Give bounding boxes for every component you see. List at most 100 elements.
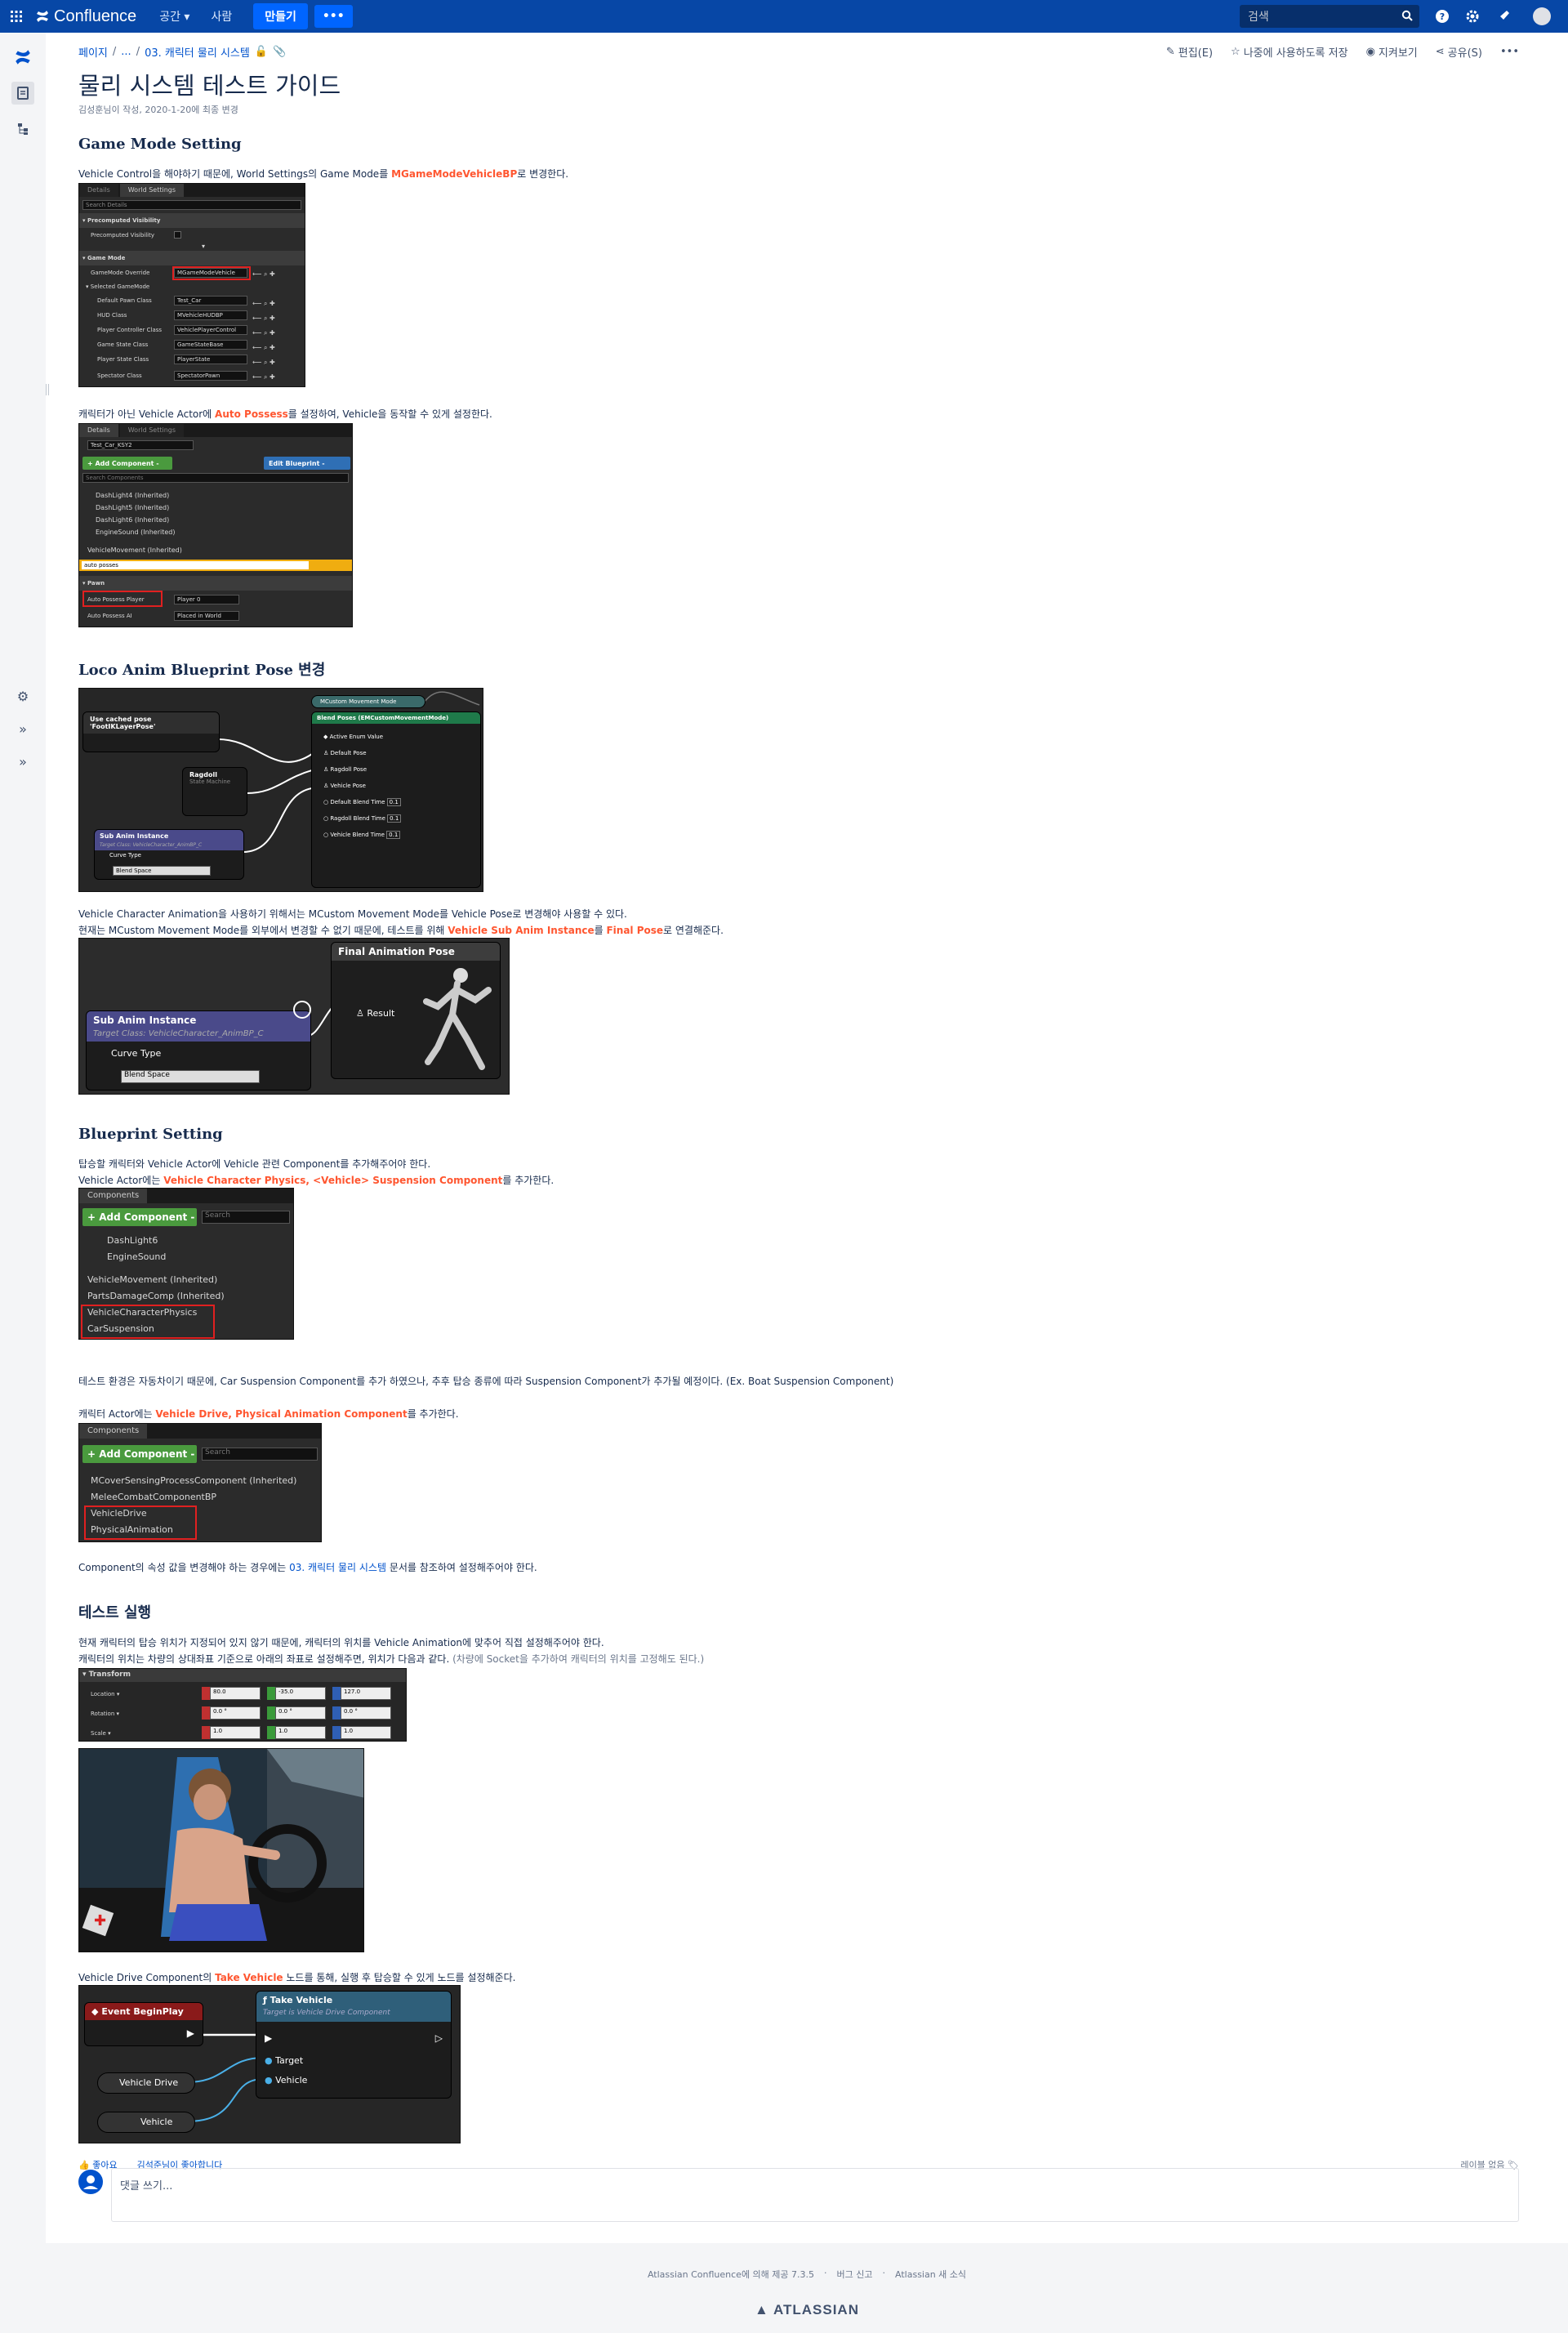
paragraph-component-ref: Component의 속성 값을 변경해야 하는 경우에는 03. 캐릭터 물리… [78, 1560, 537, 1574]
create-button[interactable]: 만들기 [253, 3, 308, 29]
y-axis-marker [267, 1726, 275, 1739]
prop-value: Player 0 [174, 595, 239, 604]
pin-value: 0.1 [386, 831, 401, 839]
heading-game-mode-setting: Game Mode Setting [78, 136, 242, 153]
chevron-down-icon: ▾ [184, 11, 190, 24]
y-axis-marker [267, 1687, 275, 1700]
text: 를 추가한다. [407, 1408, 459, 1420]
text: Component의 속성 값을 변경해야 하는 경우에는 [78, 1562, 290, 1573]
footer-separator: · [882, 2268, 886, 2278]
component-item: DashLight4 (Inherited) [96, 492, 170, 499]
page-tree-icon[interactable] [11, 118, 34, 141]
save-for-later-button[interactable]: ☆ 나중에 사용하도록 저장 [1231, 44, 1348, 60]
footer-report-bug[interactable]: 버그 신고 [837, 2268, 873, 2281]
pages-icon[interactable] [11, 82, 34, 105]
more-actions-button[interactable]: ••• [1500, 44, 1519, 60]
sub-anim-instance-node: Sub Anim Instance Target Class: VehicleC… [86, 1010, 311, 1091]
search-placeholder: 검색 [1248, 11, 1269, 24]
character-in-car-illustration: ✚ [79, 1749, 363, 1952]
z-axis-marker [332, 1726, 341, 1739]
row-label: Rotation [91, 1711, 115, 1717]
paragraph-seat-position: 현재 캐릭터의 탑승 위치가 지정되어 있지 않기 때문에, 캐릭터의 위치를 … [78, 1637, 604, 1648]
share-label: 공유(S) [1447, 47, 1482, 60]
space-settings-icon[interactable]: ⚙ [11, 685, 34, 707]
breadcrumb-separator: / [136, 46, 140, 58]
attachments-icon[interactable]: 📎 [273, 46, 286, 58]
nav-spaces[interactable]: 공간 ▾ [151, 3, 198, 29]
share-button[interactable]: ⋖ 공유(S) [1436, 44, 1482, 60]
expand-arrow-icon: ▾ [202, 243, 206, 250]
prop-value: MVehicleHUDBP [174, 310, 247, 320]
prop-label: Default Pawn Class [97, 297, 152, 304]
expand-panel-icon[interactable]: » [11, 750, 34, 773]
confluence-logo[interactable]: Confluence [36, 7, 136, 26]
prop-value: Placed in World [174, 611, 239, 621]
expand-sidebar-icon[interactable]: » [11, 717, 34, 740]
details-search: Search Details [82, 200, 301, 210]
z-axis-marker [332, 1687, 341, 1700]
app-switcher-icon[interactable] [0, 0, 33, 33]
screenshot-final-pose: Sub Anim Instance Target Class: VehicleC… [78, 938, 510, 1095]
x-axis-marker [202, 1706, 210, 1720]
text: 문서를 참조하여 설정해주어야 한다. [386, 1562, 537, 1573]
edit-button[interactable]: ✎ 편집(E) [1166, 44, 1213, 60]
comment-input[interactable]: 댓글 쓰기... [111, 2168, 1519, 2222]
exec-out-pin-icon: ▷ [434, 2032, 443, 2044]
event-icon: ◆ [91, 2006, 99, 2017]
pin-label: Vehicle Blend Time [330, 832, 385, 838]
pin-label: Active Enum Value [329, 734, 384, 740]
text: Vehicle Actor에는 [78, 1175, 164, 1186]
atlassian-triangle-icon: ▲ [755, 2302, 769, 2317]
breadcrumb-separator: / [112, 46, 117, 58]
node-subtitle: Target is Vehicle Drive Component [256, 2009, 451, 2022]
create-more-button[interactable]: ••• [314, 5, 353, 28]
highlight-box [172, 266, 251, 280]
save-for-later-label: 나중에 사용하도록 저장 [1243, 47, 1348, 60]
screenshot-anim-graph: Use cached pose 'FootIKLayerPose' Ragdol… [78, 688, 483, 892]
page-actions: ✎ 편집(E) ☆ 나중에 사용하도록 저장 ◉ 지켜보기 ⋖ 공유(S) ••• [1132, 44, 1519, 60]
breadcrumb-parent[interactable]: 03. 캐릭터 물리 시스템 [145, 44, 250, 60]
component-item: DashLight5 (Inherited) [96, 504, 170, 511]
text: 노드를 통해, 실행 후 탑승할 수 있게 노드를 설정해준다. [283, 1972, 516, 1983]
restrictions-lock-icon[interactable]: 🔓 [255, 46, 268, 58]
atlassian-logo-text: ATLASSIAN [773, 2302, 859, 2317]
component-item: MeleeCombatComponentBP [91, 1492, 217, 1502]
notifications-icon[interactable] [1494, 7, 1513, 26]
search-icon [1401, 10, 1413, 25]
paragraph-coordinates: 캐릭터의 위치는 차량의 상대좌표 기준으로 아래의 좌표로 설정해주면, 위치… [78, 1652, 704, 1666]
search-input[interactable]: 검색 [1240, 5, 1419, 28]
prop-row: Precomputed Visibility [79, 228, 305, 243]
scale-y-field: 1.0 [275, 1726, 326, 1739]
user-avatar[interactable] [1532, 7, 1552, 26]
page-link[interactable]: 03. 캐릭터 물리 시스템 [289, 1562, 386, 1573]
header-label: Transform [88, 1671, 131, 1679]
category-game-mode: ▾ Game Mode [79, 251, 305, 265]
breadcrumb-pages[interactable]: 페이지 [78, 44, 108, 60]
exec-in-pin-icon: ▶ [265, 2032, 273, 2044]
paragraph-vehicle-actor: Vehicle Actor에는 Vehicle Character Physic… [78, 1173, 554, 1187]
final-animation-pose-node: Final Animation Pose ♙ Result [331, 942, 501, 1079]
location-z-field: 127.0 [341, 1687, 391, 1700]
nav-people[interactable]: 사람 [203, 3, 240, 29]
paragraph-game-mode: Vehicle Control을 해야하기 때문에, World Setting… [78, 167, 568, 181]
node-title: Sub Anim Instance [87, 1011, 310, 1029]
prop-value: PlayerState [174, 355, 247, 364]
footer-news[interactable]: Atlassian 새 소식 [895, 2268, 966, 2281]
footer-powered-by[interactable]: Atlassian Confluence에 의해 제공 7.3.5 [648, 2268, 814, 2281]
prop-label: Game State Class [97, 341, 149, 348]
row-buttons: ⟵ ⌕ ✚ ⟵ ⌕ ✚ ⟵ ⌕ ✚ ⟵ ⌕ ✚ ⟵ ⌕ ✚ ⟵ ⌕ ✚ ⟵ ⌕ ✚ [252, 270, 275, 381]
page-footer: Atlassian Confluence에 의해 제공 7.3.5 · 버그 신… [46, 2243, 1568, 2333]
space-logo-icon[interactable] [11, 46, 34, 69]
sidebar-resize-handle[interactable] [46, 384, 49, 395]
share-icon: ⋖ [1435, 46, 1445, 58]
highlight-box [81, 1305, 215, 1339]
help-icon[interactable]: ? [1432, 7, 1452, 26]
settings-gear-icon[interactable] [1463, 7, 1482, 26]
tab-world-settings: World Settings [119, 184, 185, 197]
atlassian-logo[interactable]: ▲ ATLASSIAN [46, 2302, 1568, 2318]
screenshot-character-components: Components + Add Component - Search MCov… [78, 1423, 322, 1542]
breadcrumb-ellipsis[interactable]: ... [121, 46, 131, 58]
watch-button[interactable]: ◉ 지켜보기 [1366, 44, 1418, 60]
paragraph-test-env: 테스트 환경은 자동차이기 때문에, Car Suspension Compon… [78, 1376, 894, 1387]
node-title: Event BeginPlay [101, 2006, 184, 2017]
